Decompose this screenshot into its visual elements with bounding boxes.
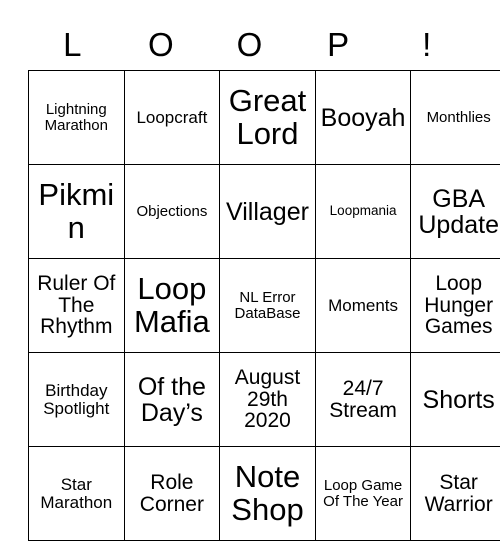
bingo-cell-label: Loop Mafia [133,271,210,339]
bingo-cell-label: Pikmin [38,177,115,245]
bingo-header-row: L O O P ! [28,18,471,70]
bingo-cell[interactable]: Shorts [410,352,500,447]
bingo-row: Pikmin Objections Villager Loopmania GBA… [28,164,500,259]
bingo-cell[interactable]: Lightning Marathon [28,70,125,165]
bingo-cell-label: August 29th 2020 [234,365,301,433]
bingo-cell[interactable]: GBA Update [410,164,500,259]
bingo-cell[interactable]: Loopcraft [123,70,221,165]
bingo-row: Birthday Spotlight Of the Day’s August 2… [28,352,500,447]
bingo-cell[interactable]: Role Corner [123,446,221,541]
bingo-cell-label: Ruler Of The Rhythm [37,271,116,339]
bingo-cell[interactable]: Note Shop [219,446,316,541]
bingo-cell-label: Shorts [422,385,495,414]
bingo-cell-label: Lightning Marathon [44,100,108,134]
bingo-cell[interactable]: Star Warrior [410,446,500,541]
bingo-header-letter-2: O [236,25,263,63]
bingo-cell-label: Loopmania [329,203,397,219]
bingo-cell[interactable]: August 29th 2020 [219,352,316,447]
bingo-header-letter-4: ! [422,25,432,63]
bingo-header-letter-3: P [327,25,350,63]
bingo-cell-label: Booyah [320,103,406,132]
bingo-cell-label: Great Lord [228,83,307,151]
bingo-cell[interactable]: Ruler Of The Rhythm [28,258,125,353]
bingo-row: Ruler Of The Rhythm Loop Mafia NL Error … [28,258,500,353]
bingo-cell-label: Moments [328,295,399,315]
bingo-cell[interactable]: 24/7 Stream [314,352,412,447]
bingo-cell[interactable]: Star Marathon [28,446,125,541]
bingo-cell[interactable]: NL Error DataBase [219,258,316,353]
bingo-grid: Lightning Marathon Loopcraft Great Lord … [28,70,500,541]
bingo-cell[interactable]: Great Lord [219,70,316,165]
bingo-header-letter-1: O [148,25,174,63]
bingo-row: Star Marathon Role Corner Note Shop Loop… [28,446,500,541]
bingo-cell[interactable]: Villager [219,164,316,259]
bingo-cell-label: Role Corner [139,470,204,516]
bingo-cell-label: 24/7 Stream [329,376,397,422]
bingo-cell-label: GBA Update [418,184,499,239]
bingo-cell[interactable]: Monthlies [410,70,500,165]
bingo-cell-label: Of the Day’s [137,372,206,427]
bingo-cell-label: Star Warrior [424,470,493,516]
bingo-cell[interactable]: Of the Day’s [123,352,221,447]
bingo-cell-label: Birthday Spotlight [43,380,110,418]
bingo-cell-label: Villager [226,197,309,226]
bingo-cell[interactable]: Loop Mafia [123,258,221,353]
bingo-cell-label: Star Marathon [40,474,113,512]
bingo-cell[interactable]: Birthday Spotlight [28,352,125,447]
bingo-header-letter-0: L [63,25,82,63]
bingo-cell[interactable]: Loop Game Of The Year [314,446,412,541]
bingo-cell[interactable]: Loopmania [314,164,412,259]
bingo-card: L O O P ! Lightning Marathon Loopcraft G… [28,18,500,541]
bingo-cell-label: NL Error DataBase [234,288,301,322]
bingo-cell-label: Objections [136,202,208,220]
bingo-row: Lightning Marathon Loopcraft Great Lord … [28,70,500,165]
bingo-cell[interactable]: Booyah [314,70,412,165]
bingo-cell[interactable]: Moments [314,258,412,353]
bingo-cell[interactable]: Loop Hunger Games [410,258,500,353]
bingo-cell-label: Loop Hunger Games [424,271,494,339]
bingo-cell[interactable]: Pikmin [28,164,125,259]
bingo-cell-label: Loop Game Of The Year [323,476,403,510]
bingo-cell[interactable]: Objections [123,164,221,259]
bingo-cell-label: Loopcraft [136,107,208,127]
bingo-cell-label: Note Shop [231,459,304,527]
bingo-cell-label: Monthlies [426,108,491,126]
